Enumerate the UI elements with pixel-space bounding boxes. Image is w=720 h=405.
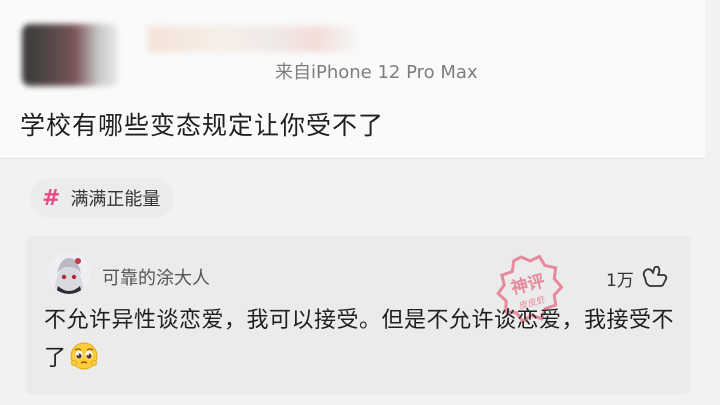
anime-avatar-icon xyxy=(48,252,90,294)
pleading-face-icon xyxy=(70,342,98,370)
comment-text: 不允许异性谈恋爱，我可以接受。但是不允许谈恋爱，我接受不了 xyxy=(44,308,675,371)
post-card: 来自iPhone 12 Pro Max 学校有哪些变态规定让你受不了 xyxy=(0,0,705,159)
blurred-author-name xyxy=(148,26,358,52)
blurred-author-avatar xyxy=(22,24,118,86)
topic-tag-label: 满满正能量 xyxy=(70,189,161,210)
comment-body: 不允许异性谈恋爱，我可以接受。但是不允许谈恋爱，我接受不了 xyxy=(44,302,684,378)
like-icon[interactable] xyxy=(641,264,669,288)
topic-tag[interactable]: # 满满正能量 xyxy=(30,178,175,218)
commenter-avatar[interactable] xyxy=(48,252,90,294)
commenter-name[interactable]: 可靠的涂大人 xyxy=(102,264,210,290)
like-count: 1万 xyxy=(606,271,634,291)
watermark-text-main: 神评 xyxy=(509,270,547,299)
top-comment-card: 可靠的涂大人 神评 皮皮虾 1万 不允许异性谈恋爱，我可以接受。但是不允许谈恋爱… xyxy=(26,236,691,394)
post-device-label: 来自iPhone 12 Pro Max xyxy=(275,62,478,83)
post-title[interactable]: 学校有哪些变态规定让你受不了 xyxy=(20,106,384,142)
hashtag-icon: # xyxy=(42,185,61,211)
